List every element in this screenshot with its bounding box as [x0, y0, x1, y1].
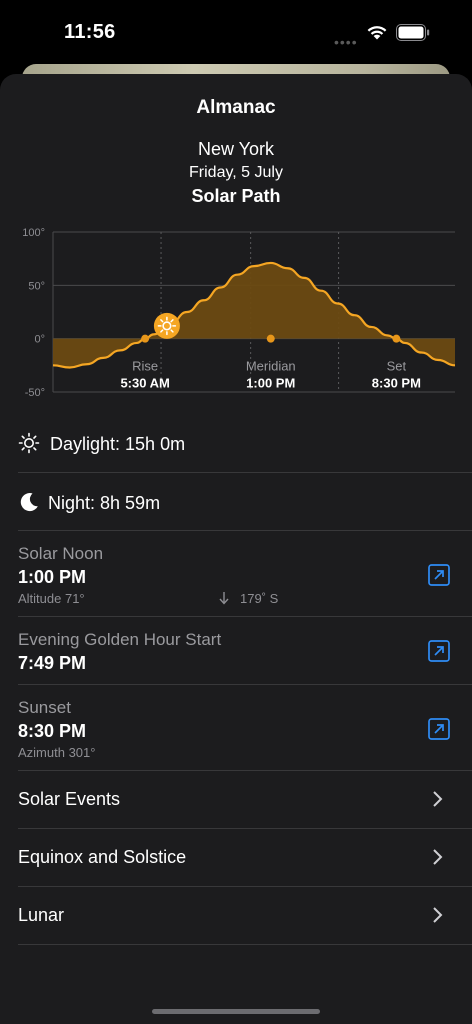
nav-label: Equinox and Solstice [18, 847, 187, 867]
marker-dot-meridian [266, 334, 275, 343]
chart-title: Solar Path [191, 186, 281, 206]
y-tick-label: 0° [34, 334, 45, 346]
marker-dot-set [392, 334, 401, 343]
nav-label: Solar Events [18, 789, 121, 809]
event-time: 1:00 PM [18, 567, 87, 587]
divider [18, 616, 472, 617]
event-golden-hour[interactable]: Evening Golden Hour Start 7:49 PM [0, 626, 472, 684]
battery-icon [396, 24, 430, 41]
wifi-icon [367, 26, 387, 40]
event-azimuth: 179˚ S [240, 591, 279, 606]
home-indicator [152, 1009, 320, 1014]
event-altitude: Altitude 71° [18, 591, 85, 606]
chevron-right-icon [433, 907, 443, 923]
daylight-row: Daylight: 15h 0m [0, 422, 472, 472]
location-name: New York [197, 139, 275, 159]
event-time: 8:30 PM [18, 721, 87, 741]
nav-lunar[interactable]: Lunar [0, 887, 472, 944]
bottom-fade [0, 960, 472, 1024]
status-bar: 11:56 •••• [0, 0, 472, 62]
date-label: Friday, 5 July [189, 164, 283, 181]
event-title: Solar Noon [18, 544, 104, 563]
open-link-icon[interactable] [428, 564, 450, 586]
signal-dots: •••• [334, 34, 358, 50]
event-title: Sunset [18, 698, 71, 717]
marker-dot-rise [141, 334, 150, 343]
marker-time: 1:00 PM [246, 376, 295, 391]
marker-time: 8:30 PM [372, 376, 421, 391]
daylight-label: Daylight: 15h 0m [50, 434, 186, 454]
event-title: Evening Golden Hour Start [18, 630, 222, 649]
marker-name: Meridian [246, 359, 296, 374]
nav-label: Lunar [18, 905, 65, 925]
sun-icon [18, 432, 40, 454]
almanac-sheet: Almanac New York Friday, 5 July Solar Pa… [0, 74, 472, 1024]
y-tick-label: -50° [25, 387, 45, 399]
nav-solar-events[interactable]: Solar Events [0, 771, 472, 828]
event-time: 7:49 PM [18, 653, 87, 673]
status-time: 11:56 [64, 21, 116, 43]
marker-time: 5:30 AM [120, 376, 169, 391]
event-solar-noon[interactable]: Solar Noon 1:00 PM Altitude 71° 179˚ S [0, 540, 472, 616]
marker-name: Rise [132, 359, 158, 374]
y-tick-label: 50° [28, 280, 45, 292]
nav-equinox-solstice[interactable]: Equinox and Solstice [0, 829, 472, 886]
open-link-icon[interactable] [428, 718, 450, 740]
divider [18, 684, 472, 685]
moon-icon [20, 493, 38, 512]
divider [18, 530, 472, 531]
event-sunset[interactable]: Sunset 8:30 PM Azimuth 301° [0, 694, 472, 770]
chevron-right-icon [433, 791, 443, 807]
open-link-icon[interactable] [428, 640, 450, 662]
event-azimuth: Azimuth 301° [18, 745, 96, 760]
night-row: Night: 8h 59m [0, 482, 472, 532]
chevron-right-icon [433, 849, 443, 865]
marker-name: Set [387, 359, 407, 374]
y-tick-label: 100° [22, 227, 45, 239]
divider [18, 472, 472, 473]
sheet-title: Almanac [196, 97, 276, 118]
arrow-down-icon [219, 592, 229, 605]
night-label: Night: 8h 59m [48, 493, 161, 513]
sun-position-marker [153, 312, 180, 339]
